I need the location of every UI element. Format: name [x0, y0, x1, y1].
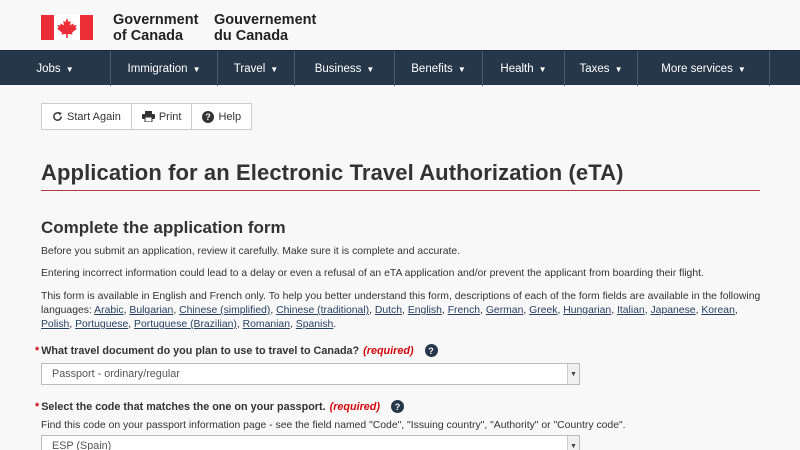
site-header: Government of Canada Gouvernement du Can…: [0, 0, 800, 50]
language-link[interactable]: Hungarian: [563, 305, 611, 316]
print-icon: [141, 111, 155, 122]
menu-item-label: Taxes: [579, 62, 610, 75]
page-title: Application for an Electronic Travel Aut…: [41, 160, 624, 185]
section-title: Complete the application form: [41, 218, 286, 237]
selected-value: Passport - ordinary/regular: [52, 368, 180, 380]
passport-code-hint: Find this code on your passport informat…: [41, 420, 626, 431]
menu-item-label: Health: [500, 62, 534, 75]
language-link[interactable]: Polish: [41, 319, 69, 330]
language-link[interactable]: Greek: [529, 305, 557, 316]
language-link[interactable]: Portuguese: [75, 319, 128, 330]
chevron-down-icon: ▼: [538, 65, 547, 74]
passport-code-question: * Select the code that matches the one o…: [35, 400, 404, 413]
chevron-down-icon: ▼: [737, 65, 746, 74]
menu-item-taxes[interactable]: Taxes ▼: [565, 51, 638, 86]
language-link[interactable]: Portuguese (Brazilian): [134, 319, 237, 330]
print-label: Print: [158, 110, 182, 123]
question-label: What travel document do you plan to use …: [41, 344, 360, 357]
question-label: Select the code that matches the one on …: [41, 400, 326, 413]
refresh-icon: [52, 111, 63, 122]
menu-item-benefits[interactable]: Benefits ▼: [395, 51, 483, 86]
main-menu: Jobs ▼ Immigration ▼ Travel ▼ Business ▼ Ben…: [0, 50, 800, 86]
start-again-label: Start Again: [67, 110, 121, 123]
chevron-down-icon: ▼: [567, 436, 579, 450]
brand-fr-line2: du Canada: [214, 28, 289, 44]
travel-document-select[interactable]: Passport - ordinary/regular ▼: [41, 363, 580, 385]
chevron-down-icon: ▼: [366, 65, 375, 74]
canada-flag-icon: [41, 15, 93, 40]
language-link[interactable]: Chinese (traditional): [276, 305, 369, 316]
menu-item-health[interactable]: Health ▼: [483, 51, 565, 86]
language-link[interactable]: Bulgarian: [129, 305, 173, 316]
menu-item-more-services[interactable]: More services ▼: [638, 51, 770, 86]
chevron-down-icon: ▼: [567, 364, 579, 384]
title-divider: [41, 190, 760, 191]
question-help-icon[interactable]: ?: [424, 344, 438, 357]
brand-en-line1: Government: [113, 12, 199, 28]
language-link[interactable]: Spanish: [296, 319, 334, 330]
languages-paragraph: This form is available in English and Fr…: [41, 290, 761, 332]
chevron-down-icon: ▼: [192, 65, 201, 74]
passport-code-select[interactable]: ESP (Spain) ▼: [41, 435, 580, 450]
intro-paragraph: Before you submit an application, review…: [41, 246, 461, 257]
menu-item-label: Immigration: [127, 62, 188, 75]
action-toolbar: Start Again Print ? Help: [41, 103, 253, 130]
menu-item-business[interactable]: Business ▼: [295, 51, 395, 86]
brand-en-line2: of Canada: [113, 28, 184, 44]
menu-item-label: More services: [661, 62, 733, 75]
language-link[interactable]: Arabic: [94, 305, 123, 316]
language-link[interactable]: English: [408, 305, 442, 316]
language-link[interactable]: Dutch: [375, 305, 402, 316]
language-link[interactable]: Korean: [701, 305, 735, 316]
menu-item-label: Business: [314, 62, 362, 75]
warning-paragraph: Entering incorrect information could lea…: [41, 268, 704, 279]
language-link[interactable]: Japanese: [650, 305, 695, 316]
language-link[interactable]: German: [486, 305, 524, 316]
required-tag: (required): [363, 344, 414, 357]
chevron-down-icon: ▼: [614, 65, 623, 74]
chevron-down-icon: ▼: [457, 65, 466, 74]
chevron-down-icon: ▼: [270, 65, 279, 74]
menu-item-jobs[interactable]: Jobs ▼: [0, 51, 111, 86]
chevron-down-icon: ▼: [65, 65, 74, 74]
menu-item-label: Travel: [233, 62, 266, 75]
travel-document-question: * What travel document do you plan to us…: [35, 344, 438, 357]
menu-item-label: Jobs: [36, 62, 61, 75]
brand-english[interactable]: Government of Canada: [113, 12, 198, 44]
language-link[interactable]: Italian: [617, 305, 645, 316]
brand-french[interactable]: Gouvernement du Canada: [214, 12, 316, 44]
required-asterisk: *: [35, 344, 40, 357]
question-circle-icon: ?: [202, 110, 215, 123]
language-link[interactable]: Romanian: [243, 319, 290, 330]
required-asterisk: *: [35, 400, 40, 413]
help-button[interactable]: ? Help: [192, 104, 251, 129]
menu-item-label: Benefits: [411, 62, 453, 75]
required-tag: (required): [329, 400, 380, 413]
language-link[interactable]: French: [448, 305, 480, 316]
menu-item-travel[interactable]: Travel ▼: [218, 51, 295, 86]
selected-value: ESP (Spain): [52, 440, 112, 450]
language-links: Arabic, Bulgarian, Chinese (simplified),…: [41, 305, 738, 330]
svg-text:?: ?: [206, 112, 212, 122]
start-again-button[interactable]: Start Again: [42, 104, 132, 129]
print-button[interactable]: Print: [132, 104, 193, 129]
question-help-icon[interactable]: ?: [390, 400, 404, 413]
language-link[interactable]: Chinese (simplified): [179, 305, 270, 316]
brand-fr-line1: Gouvernement: [214, 12, 317, 28]
help-label: Help: [218, 110, 242, 123]
menu-item-immigration[interactable]: Immigration ▼: [111, 51, 218, 86]
